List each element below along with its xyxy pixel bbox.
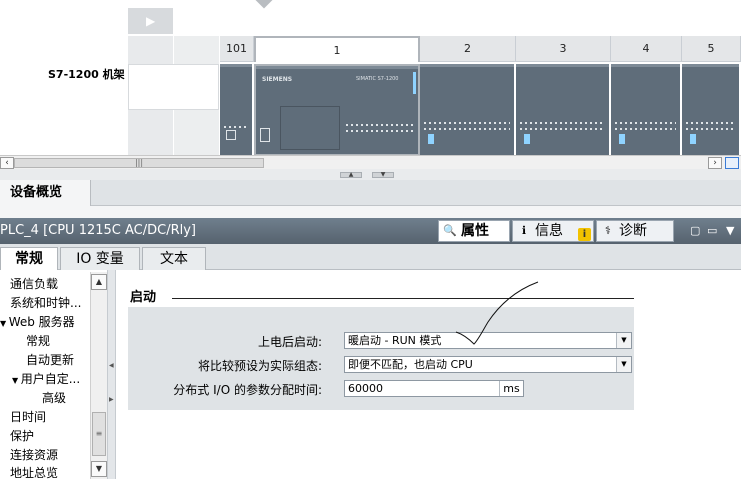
slot-header-2[interactable]: 2 [420,36,516,62]
nav-item-protection[interactable]: 保护 [10,427,34,444]
slot-header-5[interactable]: 5 [682,36,741,62]
scroll-up-icon[interactable]: ▲ [91,274,107,290]
collapse-left-icon[interactable]: ◀ [109,362,114,369]
editor-tab-row: 设备概览 [0,180,741,206]
nav-item-time[interactable]: 日时间 [10,408,46,425]
scroll-left-icon[interactable]: ‹ [0,157,14,169]
subtab-texts[interactable]: 文本 [142,247,206,270]
drop-indicator-icon [255,0,273,9]
nav-item-system-clock[interactable]: 系统和时钟... [10,294,81,311]
scroll-right-icon[interactable]: › [708,157,722,169]
cpu-marking-label: SIMATIC S7-1200 [356,76,399,82]
inspector-sub-tabs: 常规 IO 变量 文本 [0,244,741,270]
nav-item-web-server-label: Web 服务器 [8,315,75,329]
nav-vertical-scrollbar[interactable]: ▲ ≡ ▼ [90,272,107,479]
info-icon: ℹ [521,224,527,237]
rack-row-label: S7-1200 机架 [48,68,125,81]
nav-item-user-defined[interactable]: ▼ 用户自定... [12,370,80,387]
zoom-fit-icon[interactable] [725,157,739,169]
module-slot-5[interactable] [682,64,741,155]
diagnostics-icon: ⚕ [605,224,611,237]
tab-diagnostics-label: 诊断 [619,223,647,239]
slot-header-1[interactable]: 1 [254,36,420,62]
magnifier-icon: 🔍 [443,224,457,237]
nav-item-web-server[interactable]: ▼ Web 服务器 [0,313,75,330]
minimize-icon[interactable]: ▭ [707,224,717,237]
play-arrow-icon: ▶ [146,14,156,28]
float-window-icon[interactable]: ▢ [690,224,700,237]
nav-item-comm-load[interactable]: 通信负载 [10,275,58,292]
rack-nav-button[interactable]: ▶ [128,8,173,34]
subtab-general[interactable]: 常规 [0,247,58,270]
cpu-status-led [413,72,416,94]
inspector-title-bar: PLC_4 [CPU 1215C AC/DC/Rly] 🔍 属性 ℹ 信息 ⚕ … [0,218,741,244]
chevron-down-icon[interactable]: ▼ [726,224,734,237]
rack-horizontal-scrollbar[interactable]: ‹ ||| › [0,155,741,169]
expand-icon[interactable]: ▼ [12,376,21,385]
nav-item-address-overview[interactable]: 地址总览 [10,464,58,481]
splitter-down-icon[interactable]: ▼ [372,172,394,178]
slot-header-101[interactable]: 101 [220,36,254,62]
subtab-io-tags[interactable]: IO 变量 [60,247,140,270]
info-badge: i [578,228,591,241]
tab-properties-label: 属性 [461,223,489,239]
annotation-stroke [455,281,539,345]
tab-info-label: 信息 [535,223,563,239]
device-rack-view: ▶ S7-1200 机架 101 1 2 3 4 5 SIEMENS SIMAT… [0,0,741,155]
module-slot-101[interactable] [220,64,254,155]
inspector-title: PLC_4 [CPU 1215C AC/DC/Rly] [0,223,196,238]
tab-properties[interactable]: 🔍 属性 [438,220,510,242]
nav-item-web-general[interactable]: 常规 [26,332,50,349]
properties-content: 启动 上电后启动: 暖启动 - RUN 模式 ▼ 将比较预设为实际组态: 即便不… [116,270,741,479]
splitter-up-icon[interactable]: ▲ [340,172,362,178]
scroll-down-icon[interactable]: ▼ [91,461,107,477]
cpu-brand-label: SIEMENS [262,76,293,83]
expand-icon[interactable]: ▼ [0,319,9,328]
nav-item-user-defined-label: 用户自定... [20,372,81,386]
slot-header-3[interactable]: 3 [516,36,611,62]
nav-item-connection-resources[interactable]: 连接资源 [10,446,58,463]
module-slot-3[interactable] [516,64,611,155]
scroll-thumb[interactable]: ||| [14,158,264,168]
expand-right-icon[interactable]: ▶ [109,396,114,403]
nav-item-auto-update[interactable]: 自动更新 [26,351,74,368]
module-slot-4[interactable] [611,64,682,155]
module-slot-2[interactable] [420,64,516,155]
nav-collapse-bar[interactable]: ◀ ▶ [108,270,116,479]
nav-scroll-thumb[interactable]: ≡ [92,412,106,456]
nav-item-advanced[interactable]: 高级 [42,389,66,406]
tab-diagnostics[interactable]: ⚕ 诊断 [596,220,674,242]
tab-device-overview[interactable]: 设备概览 [0,180,91,206]
slot-header-4[interactable]: 4 [611,36,682,62]
